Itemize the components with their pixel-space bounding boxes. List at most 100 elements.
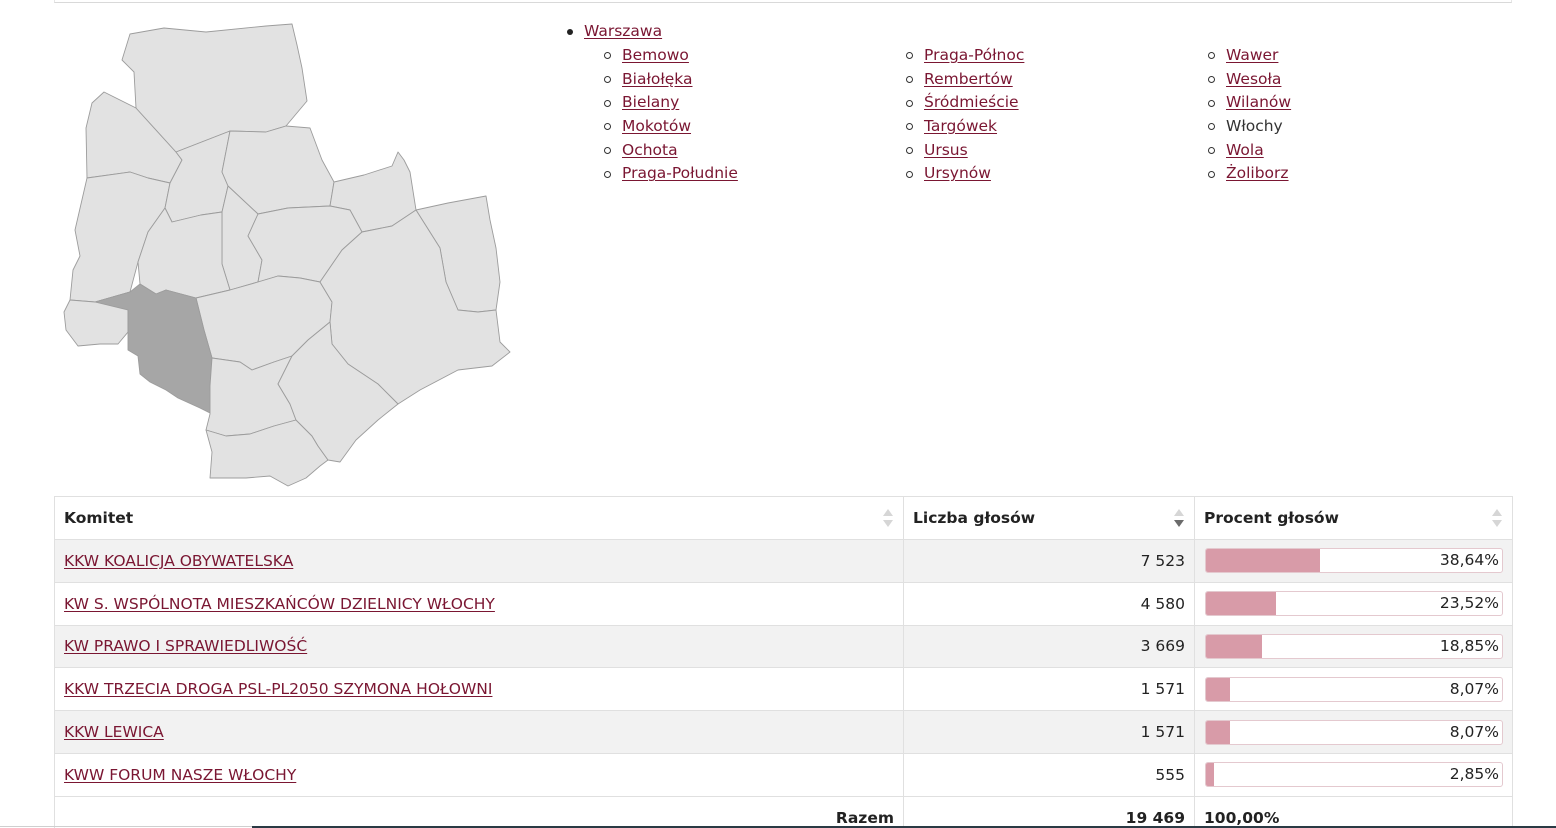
header-votes-label: Liczba głosów [913,509,1036,527]
header-votes[interactable]: Liczba głosów [903,496,1195,540]
district-column: Praga-Północ Rembertów Śródmieście Targówek… [906,44,1208,186]
percent-cell: 18,85% [1194,624,1513,669]
bullet-circle-icon [906,147,913,155]
table-row: KW PRAWO I SPRAWIEDLIWOŚĆ 3 669 18,85% [54,624,1513,669]
district-link[interactable]: Wola [1226,139,1264,163]
percent-bar-fill [1206,720,1230,744]
total-percent: 100,00% [1194,795,1513,828]
percent-bar-fill [1206,763,1215,787]
percent-bar-fill [1206,549,1321,573]
percent-value: 8,07% [1449,679,1499,698]
header-percent[interactable]: Procent głosów [1194,496,1513,540]
table-row: KKW KOALICJA OBYWATELSKA 7 523 38,64% [54,539,1513,583]
votes-cell: 7 523 [903,539,1195,583]
percent-bar-fill [1206,634,1262,658]
bullet-circle-icon [1208,99,1215,107]
bullet-circle-icon [604,52,611,60]
district-list-item: Śródmieście [906,91,1208,115]
total-label: Razem [54,795,904,828]
bullet-circle-icon [906,99,913,107]
committee-link[interactable]: KW S. WSPÓLNOTA MIESZKAŃCÓW DZIELNICY WŁ… [64,595,495,613]
district-link[interactable]: Wilanów [1226,91,1291,115]
map-district-wlochy[interactable] [94,283,213,415]
district-link[interactable]: Białołęka [622,68,692,92]
percent-value: 23,52% [1439,594,1499,613]
bullet-circle-icon [604,170,611,178]
district-link[interactable]: Rembertów [924,68,1013,92]
district-list-item: Wesoła [1208,68,1510,92]
district-navigation: Warszawa Bemowo Białołęka Bielany Mokotów Oc… [567,20,1291,182]
district-list-item: Rembertów [906,68,1208,92]
district-link[interactable]: Wawer [1226,44,1278,68]
district-columns: Bemowo Białołęka Bielany Mokotów Ochota Praga… [604,44,1510,186]
header-committee[interactable]: Komitet [54,496,904,540]
bullet-circle-icon [1208,147,1215,155]
district-link[interactable]: Mokotów [622,115,691,139]
bullet-circle-icon [604,99,611,107]
committee-cell: KKW TRZECIA DROGA PSL-PL2050 SZYMONA HOŁ… [54,667,904,712]
district-list-item: Włochy [1208,115,1510,139]
table-header-row: Komitet Liczba głosów Procent głosów [54,496,1513,540]
bullet-circle-icon [604,147,611,155]
district-link[interactable]: Żoliborz [1226,162,1289,186]
district-list-item: Targówek [906,115,1208,139]
sort-icon[interactable] [1492,509,1502,527]
bullet-circle-icon [906,52,913,60]
district-column: Bemowo Białołęka Bielany Mokotów Ochota Praga… [604,44,906,186]
votes-cell: 555 [903,752,1195,797]
district-list-item: Praga-Północ [906,44,1208,68]
sort-descending-icon[interactable] [1174,509,1184,527]
district-link[interactable]: Bemowo [622,44,689,68]
district-list-item: Ochota [604,139,906,163]
district-link[interactable]: Praga-Północ [924,44,1024,68]
district-link[interactable]: Ursus [924,139,968,163]
district-link[interactable]: Targówek [924,115,997,139]
bullet-circle-icon [1208,170,1215,178]
percent-value: 38,64% [1439,551,1499,570]
committee-link[interactable]: KKW LEWICA [64,723,164,741]
nav-root-item: Warszawa [567,20,662,44]
percent-value: 8,07% [1449,722,1499,741]
district-link[interactable]: Bielany [622,91,679,115]
committee-link[interactable]: KWW FORUM NASZE WŁOCHY [64,766,296,784]
votes-cell: 1 571 [903,667,1195,712]
percent-cell: 8,07% [1194,710,1513,754]
committee-cell: KW S. WSPÓLNOTA MIESZKAŃCÓW DZIELNICY WŁ… [54,581,904,626]
votes-cell: 1 571 [903,710,1195,754]
district-list-item: Ursynów [906,162,1208,186]
percent-bar: 18,85% [1205,633,1503,659]
committee-cell: KKW LEWICA [54,710,904,754]
bullet-icon [567,28,573,35]
link-warszawa[interactable]: Warszawa [584,20,662,44]
results-table: Komitet Liczba głosów Procent głosów KKW… [54,496,1513,828]
committee-link[interactable]: KKW KOALICJA OBYWATELSKA [64,552,293,570]
percent-bar: 2,85% [1205,762,1503,788]
percent-cell: 2,85% [1194,752,1513,797]
percent-value: 18,85% [1439,636,1499,655]
district-list-item: Bemowo [604,44,906,68]
district-map [60,16,520,492]
committee-cell: KWW FORUM NASZE WŁOCHY [54,752,904,797]
votes-cell: 3 669 [903,624,1195,669]
district-list-item: Wilanów [1208,91,1510,115]
district-list-item: Wawer [1208,44,1510,68]
bullet-circle-icon [604,123,611,131]
percent-bar-fill [1206,592,1276,616]
bullet-circle-icon [1208,52,1215,60]
district-link: Włochy [1226,117,1283,136]
results-table-wrapper: Komitet Liczba głosów Procent głosów KKW… [54,496,1513,828]
district-link[interactable]: Praga-Południe [622,162,738,186]
sort-icon[interactable] [883,509,893,527]
district-link[interactable]: Śródmieście [924,91,1019,115]
district-link[interactable]: Ursynów [924,162,991,186]
committee-cell: KKW KOALICJA OBYWATELSKA [54,539,904,583]
committee-link[interactable]: KW PRAWO I SPRAWIEDLIWOŚĆ [64,637,307,655]
district-link[interactable]: Ochota [622,139,678,163]
percent-cell: 8,07% [1194,667,1513,712]
bullet-circle-icon [906,170,913,178]
committee-link[interactable]: KKW TRZECIA DROGA PSL-PL2050 SZYMONA HOŁ… [64,680,492,698]
percent-bar-fill [1206,677,1230,701]
bullet-circle-icon [906,76,913,84]
bullet-circle-icon [1208,123,1215,131]
district-link[interactable]: Wesoła [1226,68,1281,92]
